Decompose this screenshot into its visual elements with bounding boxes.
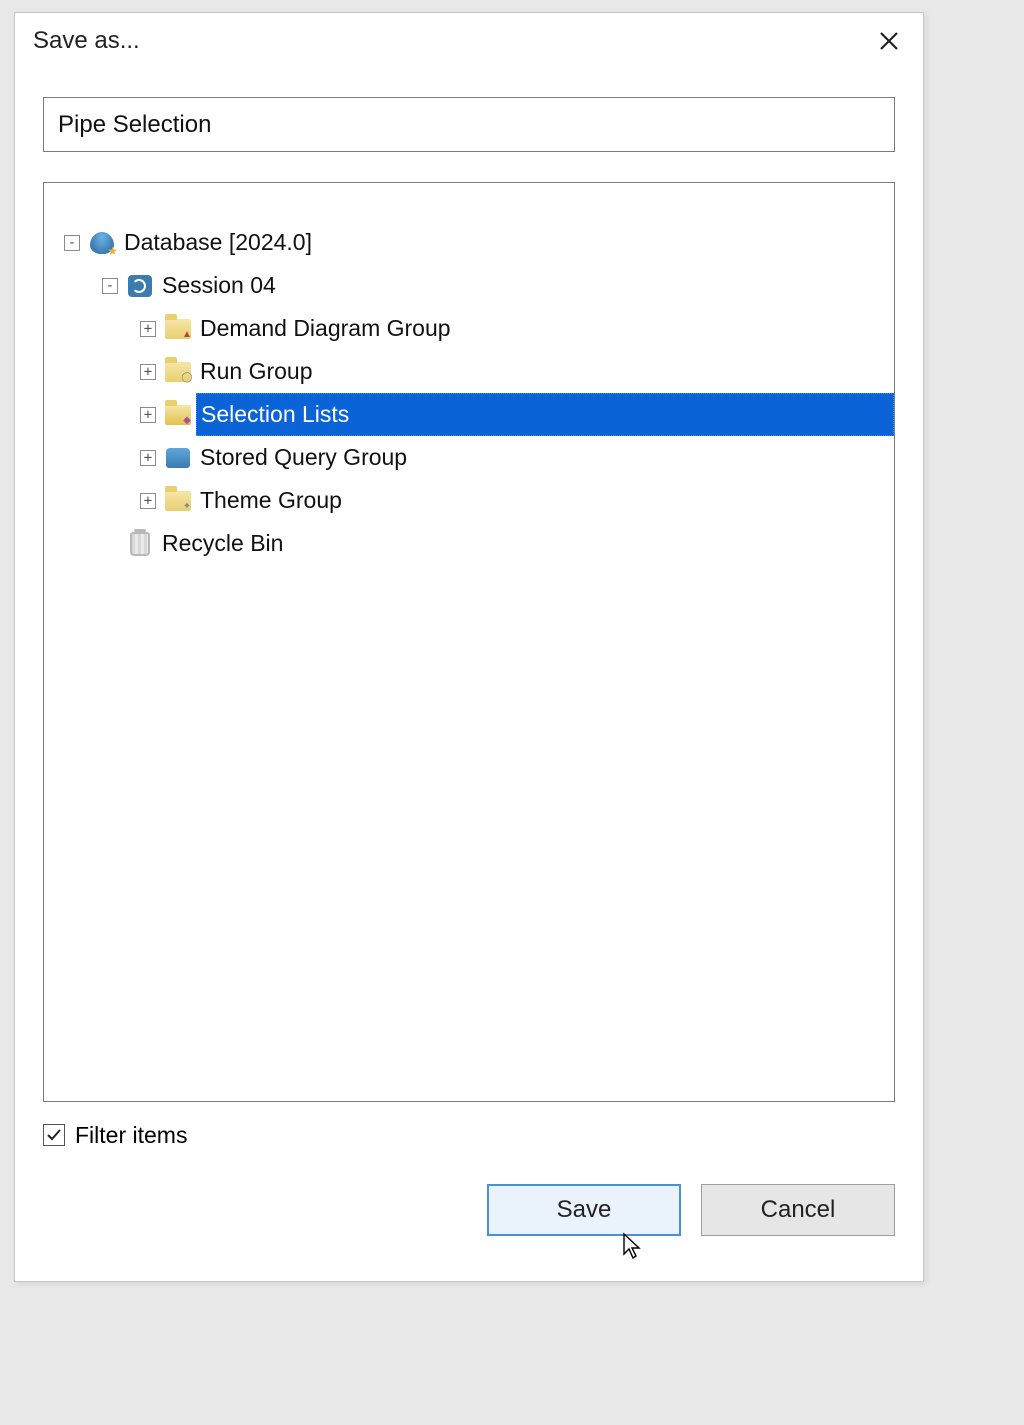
- tree-label: Theme Group: [196, 486, 346, 515]
- filter-items-label: Filter items: [75, 1122, 187, 1149]
- save-name-input[interactable]: [43, 97, 895, 152]
- stored-query-icon: [164, 444, 192, 472]
- expand-toggle[interactable]: +: [140, 321, 156, 337]
- expand-toggle[interactable]: +: [140, 407, 156, 423]
- tree-node-run-group[interactable]: + ◯ Run Group: [44, 350, 894, 393]
- titlebar: Save as...: [15, 13, 923, 69]
- tree-panel[interactable]: - Database [2024.0] - Session 04 + ▲ Dem…: [43, 182, 895, 1102]
- folder-icon: ◯: [164, 358, 192, 386]
- tree-node-demand-diagram-group[interactable]: + ▲ Demand Diagram Group: [44, 307, 894, 350]
- expand-toggle[interactable]: -: [64, 235, 80, 251]
- button-row: Save Cancel: [43, 1184, 895, 1236]
- expand-toggle[interactable]: +: [140, 364, 156, 380]
- tree-node-stored-query-group[interactable]: + Stored Query Group: [44, 436, 894, 479]
- tree-node-selection-lists[interactable]: + ◆ Selection Lists: [44, 393, 894, 436]
- check-icon: [46, 1127, 62, 1143]
- tree-label: Demand Diagram Group: [196, 314, 455, 343]
- folder-icon: ▲: [164, 315, 192, 343]
- recycle-bin-icon: [126, 530, 154, 558]
- tree-node-database[interactable]: - Database [2024.0]: [44, 221, 894, 264]
- expand-toggle[interactable]: +: [140, 493, 156, 509]
- tree-node-session[interactable]: - Session 04: [44, 264, 894, 307]
- tree-node-recycle-bin[interactable]: Recycle Bin: [44, 522, 894, 565]
- folder-icon: ✦: [164, 487, 192, 515]
- tree-label: Recycle Bin: [158, 529, 287, 558]
- footer: Filter items: [43, 1114, 895, 1156]
- tree-label: Database [2024.0]: [120, 228, 316, 257]
- cancel-button[interactable]: Cancel: [701, 1184, 895, 1236]
- tree-label: Run Group: [196, 357, 317, 386]
- save-button[interactable]: Save: [487, 1184, 681, 1236]
- save-as-dialog: Save as... - Database [2024.0] - Session…: [14, 12, 924, 1282]
- database-icon: [88, 229, 116, 257]
- dialog-title: Save as...: [33, 27, 873, 55]
- tree-node-theme-group[interactable]: + ✦ Theme Group: [44, 479, 894, 522]
- session-icon: [126, 272, 154, 300]
- close-button[interactable]: [873, 25, 905, 57]
- close-icon: [878, 30, 900, 52]
- expand-toggle[interactable]: +: [140, 450, 156, 466]
- tree-label: Session 04: [158, 271, 280, 300]
- filter-items-checkbox[interactable]: [43, 1124, 65, 1146]
- tree-label: Stored Query Group: [196, 443, 411, 472]
- expand-toggle[interactable]: -: [102, 278, 118, 294]
- tree-label: Selection Lists: [196, 393, 894, 436]
- folder-icon: ◆: [164, 401, 192, 429]
